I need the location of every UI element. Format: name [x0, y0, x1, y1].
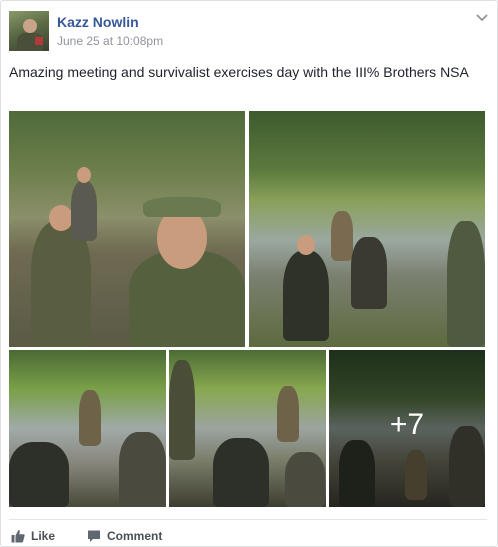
person-figure — [285, 452, 325, 507]
avatar[interactable] — [9, 11, 49, 51]
person-figure — [283, 251, 329, 341]
thumbs-up-icon — [11, 530, 25, 543]
person-face — [297, 235, 315, 255]
speech-bubble-icon — [88, 530, 100, 542]
person-figure — [277, 386, 299, 442]
comment-label: Comment — [107, 529, 163, 543]
person-figure — [169, 360, 195, 460]
avatar-badge — [35, 37, 43, 45]
person-face — [77, 167, 91, 183]
author-name[interactable]: Kazz Nowlin — [57, 14, 139, 30]
person-figure — [351, 237, 387, 309]
person-figure — [119, 432, 166, 507]
post-photo-4[interactable] — [169, 350, 326, 507]
person-figure — [9, 442, 69, 507]
post-text: Amazing meeting and survivalist exercise… — [9, 64, 469, 80]
like-button[interactable]: Like — [11, 527, 55, 545]
person-figure — [447, 221, 485, 347]
more-photos-count[interactable]: +7 — [329, 408, 485, 442]
person-figure — [331, 211, 353, 261]
post-photo-3[interactable] — [9, 350, 166, 507]
post-card: Kazz Nowlin June 25 at 10:08pm Amazing m… — [0, 0, 498, 547]
post-photo-5[interactable]: +7 — [329, 350, 485, 507]
person-figure — [79, 390, 101, 446]
post-photo-2[interactable] — [249, 111, 485, 347]
like-label: Like — [31, 529, 56, 543]
person-figure — [71, 181, 97, 241]
post-timestamp[interactable]: June 25 at 10:08pm — [57, 34, 163, 48]
chevron-down-icon[interactable] — [475, 13, 489, 23]
actions-divider — [9, 519, 487, 520]
person-figure — [213, 438, 269, 507]
hat-shape — [143, 197, 221, 217]
person-face — [49, 205, 73, 231]
avatar-face — [23, 19, 37, 33]
comment-button[interactable]: Comment — [87, 527, 162, 545]
post-photo-1[interactable] — [9, 111, 245, 347]
